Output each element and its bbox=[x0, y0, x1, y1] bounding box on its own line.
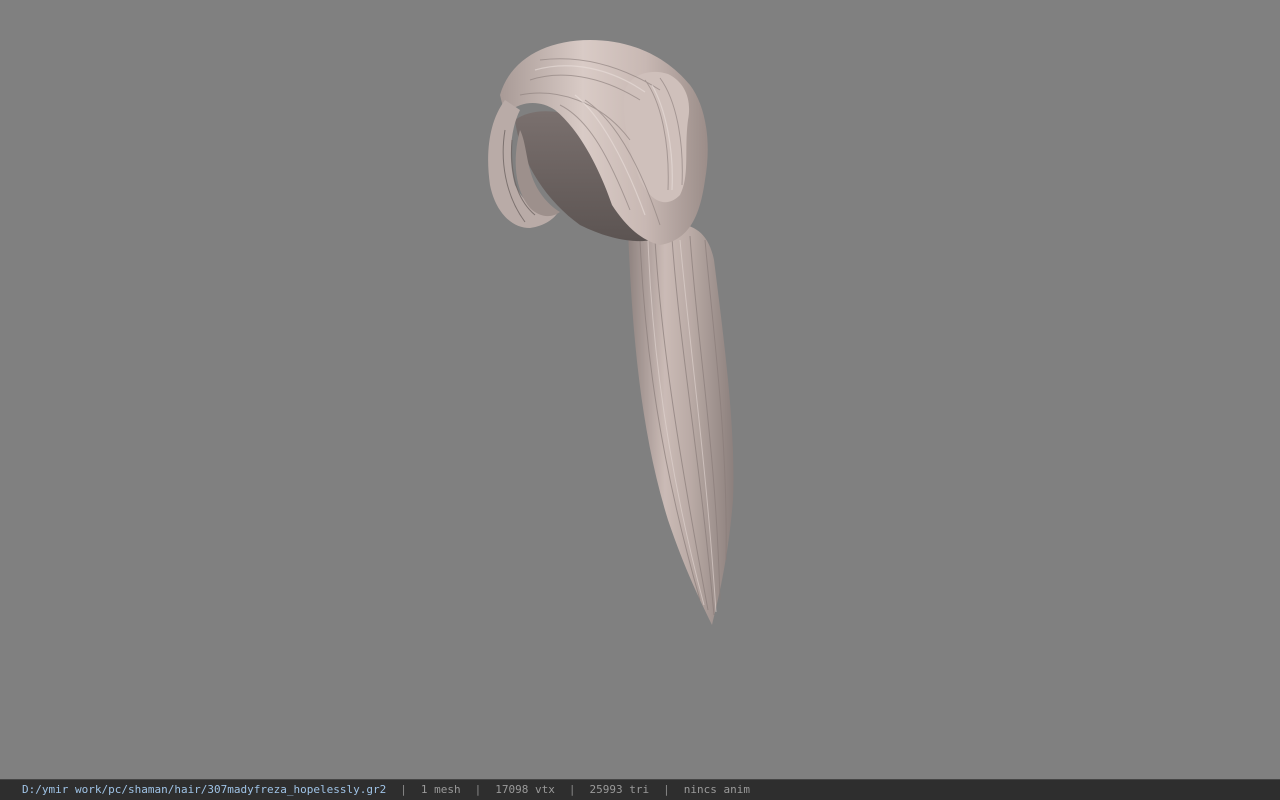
hair-model bbox=[488, 40, 734, 626]
separator: | bbox=[474, 783, 482, 796]
anim-status: nincs anim bbox=[683, 783, 750, 796]
3d-viewport[interactable] bbox=[0, 0, 1280, 779]
separator: | bbox=[568, 783, 576, 796]
ponytail-mesh bbox=[628, 223, 734, 626]
mesh-count: 1 mesh bbox=[420, 783, 461, 796]
separator: | bbox=[663, 783, 670, 796]
triangle-count: 25993 tri bbox=[589, 783, 650, 796]
vertex-count: 17098 vtx bbox=[495, 783, 555, 796]
status-bar: D:/ymir work/pc/shaman/hair/307madyfreza… bbox=[0, 779, 1280, 800]
file-path: D:/ymir work/pc/shaman/hair/307madyfreza… bbox=[22, 783, 387, 796]
separator: | bbox=[400, 783, 407, 796]
